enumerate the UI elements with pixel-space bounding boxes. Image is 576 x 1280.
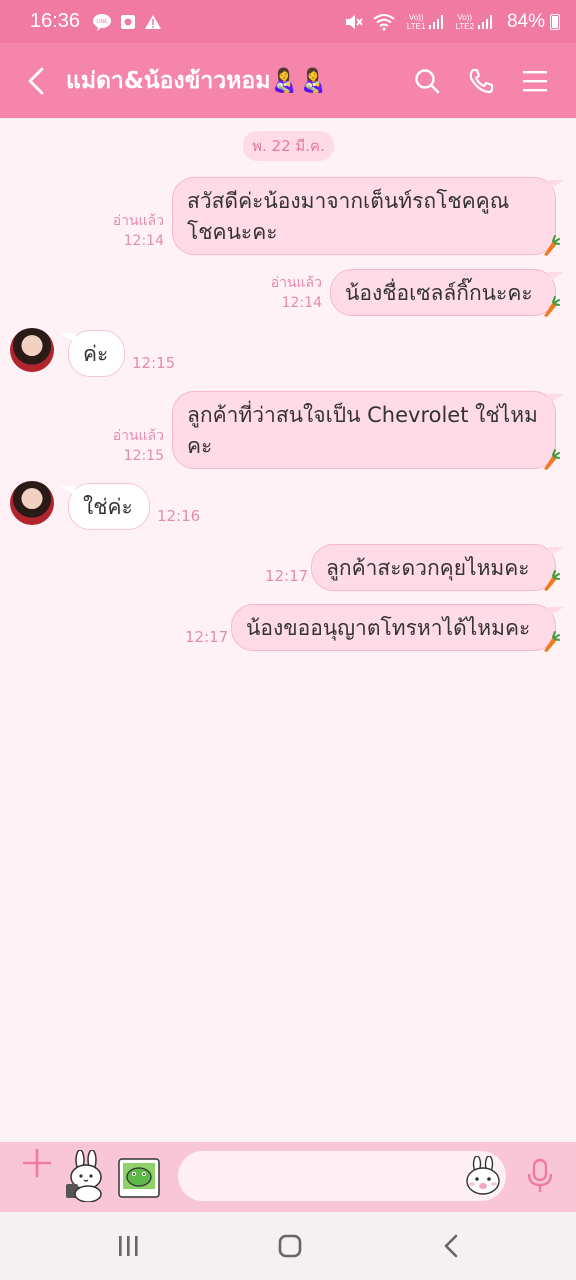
lte1-top: Vo)) [408,12,424,22]
carrot-icon [542,449,560,471]
emoji-icon[interactable] [464,1155,502,1196]
message-meta: อ่านแล้ว 12:15 [100,426,164,466]
message-time: 12:15 [123,448,164,464]
lte2-top: Vo)) [457,12,473,22]
avatar[interactable] [10,328,54,372]
message-bubble-sent[interactable]: สวัสดีค่ะน้องมาจากเต็นท์รถโชคคูณโชคนะคะ [172,177,564,255]
message-time: 12:15 [132,354,176,372]
message-time: 12:17 [185,628,229,646]
recent-apps-icon[interactable] [116,1232,140,1260]
carrot-icon [542,631,560,653]
gallery-icon[interactable] [117,1157,161,1199]
phone-call-icon[interactable] [466,66,496,96]
lte2-bottom: LTE2 [455,21,474,31]
nav-back-icon[interactable] [440,1232,464,1260]
signal-icon [428,14,444,30]
message-time: 12:14 [123,233,164,249]
message-input[interactable] [178,1151,506,1201]
status-time: 16:36 [30,10,81,32]
line-app-icon: LINE [92,13,112,31]
message-bubble-received[interactable]: ใช่ค่ะ [60,483,150,530]
message-time: 12:17 [265,567,309,585]
message-bubble-sent[interactable]: ลูกค้าสะดวกคุยไหมคะ [311,544,564,591]
message-meta: อ่านแล้ว 12:14 [258,273,322,313]
message-text: น้องชื่อเซลล์กิ๊กนะคะ [345,281,533,305]
message-text: น้องขออนุญาตโทรหาได้ไหมคะ [246,616,531,640]
home-icon[interactable] [277,1232,303,1260]
plus-icon[interactable] [22,1148,52,1178]
status-bar: 16:36 LINE Vo)) LTE1 Vo)) LTE2 84% [0,0,576,43]
message-text: ค่ะ [83,342,109,366]
signal-icon [477,14,493,30]
chat-header: แม่ดา&น้องข้าวหอม👩‍🍼👩‍🍼 [0,43,576,118]
lte1-label: Vo)) LTE1 [407,13,426,31]
message-bubble-sent[interactable]: น้องชื่อเซลล์กิ๊กนะคะ [330,269,564,316]
message-text: สวัสดีค่ะน้องมาจากเต็นท์รถโชคคูณโชคนะคะ [187,189,510,244]
read-receipt: อ่านแล้ว [112,213,164,229]
search-icon[interactable] [412,66,442,96]
battery-icon [550,13,560,30]
date-separator: พ. 22 มี.ค. [243,131,334,161]
wifi-icon [372,13,396,31]
message-text: ลูกค้าที่ว่าสนใจเป็น Chevrolet ใช่ไหมคะ [187,403,538,458]
message-bubble-sent[interactable]: ลูกค้าที่ว่าสนใจเป็น Chevrolet ใช่ไหมคะ [172,391,564,469]
menu-icon[interactable] [520,66,550,96]
message-text: ใช่ค่ะ [83,495,133,519]
message-time: 12:14 [281,295,322,311]
message-bubble-received[interactable]: ค่ะ [60,330,125,377]
message-time: 12:16 [157,507,201,525]
notification-square-icon [120,14,136,30]
read-receipt: อ่านแล้ว [270,275,322,291]
avatar[interactable] [10,481,54,525]
chat-title[interactable]: แม่ดา&น้องข้าวหอม👩‍🍼👩‍🍼 [66,63,328,99]
back-arrow-icon[interactable] [22,66,52,96]
warning-icon [144,14,162,30]
message-bubble-sent[interactable]: น้องขออนุญาตโทรหาได้ไหมคะ [231,604,564,651]
carrot-icon [542,570,560,592]
carrot-icon [542,296,560,318]
svg-text:LINE: LINE [97,19,109,25]
battery-percent: 84% [506,10,545,32]
message-meta: อ่านแล้ว 12:14 [100,211,164,251]
lte1-bottom: LTE1 [406,21,426,31]
carrot-icon [542,235,560,257]
read-receipt: อ่านแล้ว [112,428,164,444]
lte2-label: Vo)) LTE2 [455,13,474,31]
microphone-icon[interactable] [525,1158,555,1194]
mute-icon [344,13,364,31]
sticker-icon[interactable] [62,1149,108,1203]
message-text: ลูกค้าสะดวกคุยไหมคะ [326,556,530,580]
